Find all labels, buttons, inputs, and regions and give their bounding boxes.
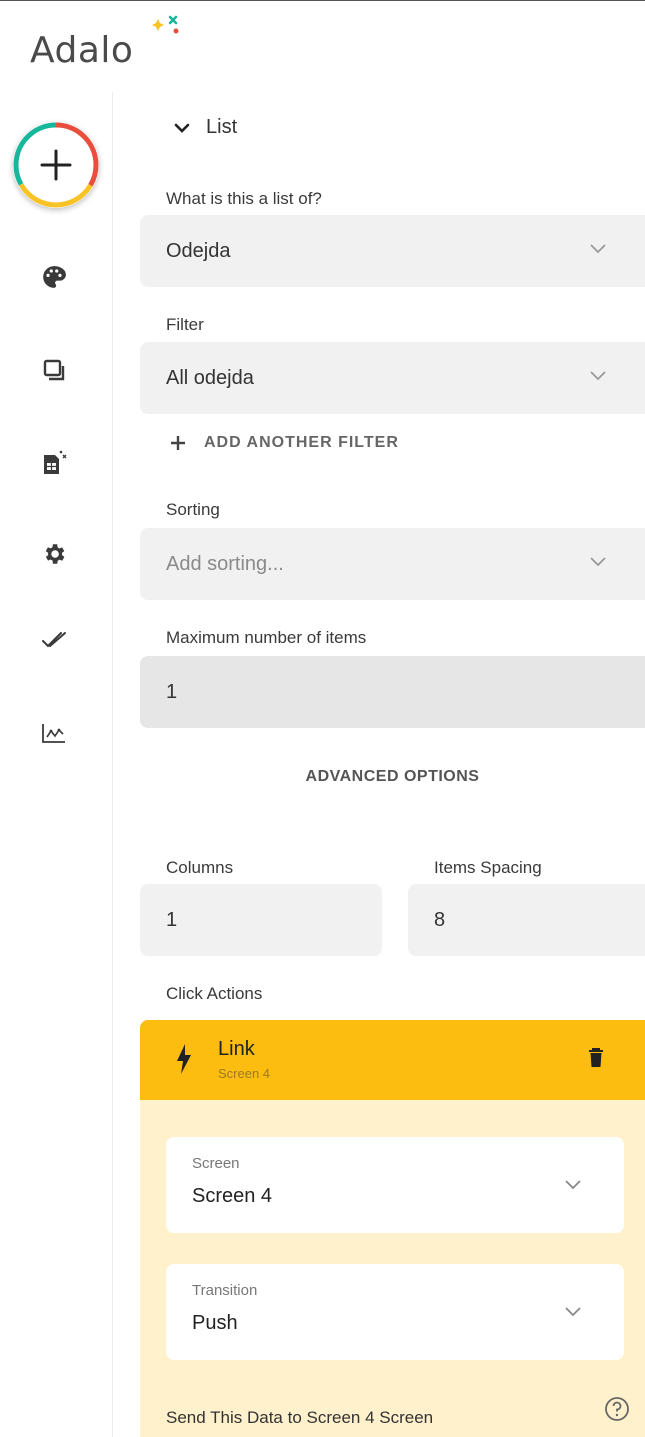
spacing-value: 8 [434, 908, 446, 931]
database-icon[interactable] [40, 449, 68, 477]
transition-label: Transition [192, 1282, 258, 1299]
section-title: List [206, 116, 238, 138]
spacing-label: Items Spacing [434, 858, 542, 877]
chevron-down-icon [174, 123, 190, 133]
screen-value: Screen 4 [192, 1185, 273, 1207]
logo[interactable]: Adalo [30, 19, 133, 69]
palette-icon[interactable] [40, 263, 68, 291]
filter-label: Filter [166, 315, 204, 334]
filter-value: All odejda [166, 366, 254, 389]
screen-select[interactable]: Screen Screen 4 [166, 1137, 624, 1233]
click-actions-label: Click Actions [166, 984, 263, 1003]
chevron-down-icon [590, 371, 606, 381]
chevron-down-icon [565, 1307, 581, 1317]
filter-select[interactable]: All odejda [140, 342, 645, 414]
help-icon[interactable] [604, 1396, 630, 1422]
chevron-down-icon [565, 1180, 581, 1190]
screen-label: Screen [192, 1155, 240, 1172]
sidebar [0, 92, 113, 1437]
max-items-value: 1 [166, 680, 178, 703]
add-filter-label: ADD ANOTHER FILTER [204, 434, 399, 451]
trash-icon[interactable] [588, 1048, 604, 1068]
plus-icon [13, 122, 99, 208]
logo-text: Adalo [30, 30, 134, 71]
add-filter-button[interactable]: ADD ANOTHER FILTER [170, 434, 399, 452]
gear-icon[interactable] [40, 540, 68, 568]
sparkle-icon [152, 15, 179, 34]
sorting-label: Sorting [166, 500, 220, 519]
list-of-value: Odejda [166, 239, 231, 262]
max-items-input[interactable]: 1 [140, 656, 645, 728]
list-of-select[interactable]: Odejda [140, 215, 645, 287]
bolt-icon [177, 1044, 191, 1074]
list-section-toggle[interactable]: List [174, 116, 237, 139]
screens-icon[interactable] [40, 356, 68, 384]
analytics-icon[interactable] [40, 719, 68, 747]
columns-input[interactable]: 1 [140, 884, 382, 956]
advanced-options-button[interactable]: ADVANCED OPTIONS [140, 768, 645, 786]
transition-select[interactable]: Transition Push [166, 1264, 624, 1360]
columns-label: Columns [166, 858, 234, 877]
transition-value: Push [192, 1312, 238, 1334]
columns-value: 1 [166, 908, 178, 931]
link-action-header[interactable]: Link Screen 4 [140, 1020, 645, 1100]
sorting-placeholder: Add sorting... [166, 552, 284, 575]
spacing-input[interactable]: 8 [408, 884, 645, 956]
chevron-down-icon [590, 557, 606, 567]
add-component-button[interactable] [13, 122, 99, 208]
sorting-select[interactable]: Add sorting... [140, 528, 645, 600]
list-settings-panel: List What is this a list of? Odejda Filt… [140, 92, 645, 1437]
top-bar: Adalo [0, 0, 645, 92]
action-subtitle: Screen 4 [218, 1066, 271, 1081]
check-icon[interactable] [40, 626, 68, 654]
max-items-label: Maximum number of items [166, 628, 367, 647]
action-title: Link [218, 1038, 255, 1060]
plus-icon [171, 436, 185, 450]
chevron-down-icon [590, 244, 606, 254]
send-data-label: Send This Data to Screen 4 Screen [166, 1408, 434, 1427]
link-action: Link Screen 4 Screen Screen 4 Transition… [140, 1020, 645, 1437]
list-of-label: What is this a list of? [166, 189, 322, 208]
